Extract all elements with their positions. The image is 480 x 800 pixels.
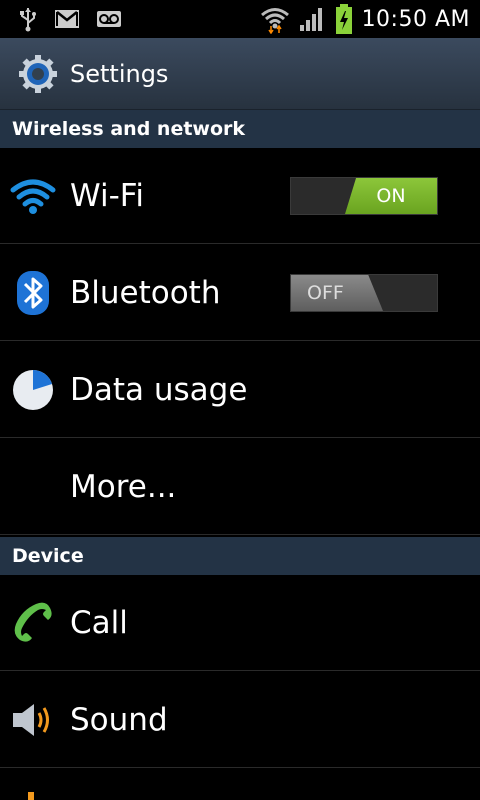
wifi-signal-icon [260, 4, 290, 34]
cell-signal-icon [298, 5, 326, 33]
usb-icon [18, 6, 38, 32]
bluetooth-icon [10, 270, 56, 316]
settings-item-bluetooth[interactable]: Bluetooth OFF [0, 245, 480, 341]
toggle-off-label: OFF [291, 275, 383, 311]
clock: 10:50 AM [361, 6, 470, 32]
settings-item-more[interactable]: More... [0, 439, 480, 535]
voicemail-icon [96, 9, 122, 29]
settings-item-label: Call [70, 604, 128, 641]
toggle-on-label: ON [345, 178, 437, 214]
bluetooth-toggle[interactable]: OFF [290, 274, 438, 312]
settings-item-label: Sound [70, 701, 168, 738]
page-title: Settings [70, 59, 169, 88]
phone-icon [10, 600, 56, 646]
wifi-icon [10, 173, 56, 219]
settings-item-label: Wi-Fi [70, 177, 144, 214]
settings-item-label: Data usage [70, 371, 248, 408]
settings-item-wifi[interactable]: Wi-Fi ON [0, 148, 480, 244]
status-bar: 10:50 AM [0, 0, 480, 38]
speaker-icon [10, 697, 56, 743]
gmail-icon [54, 9, 80, 29]
wifi-toggle[interactable]: ON [290, 177, 438, 215]
settings-gear-icon [16, 52, 60, 96]
data-usage-icon [10, 367, 56, 413]
settings-item-label: Bluetooth [70, 274, 221, 311]
settings-item-data-usage[interactable]: Data usage [0, 342, 480, 438]
settings-item-label: More... [70, 468, 177, 505]
battery-charging-icon [334, 3, 354, 35]
settings-item-call[interactable]: Call [0, 575, 480, 671]
action-bar: Settings [0, 38, 480, 110]
section-header-device: Device [0, 537, 480, 575]
settings-item-sound[interactable]: Sound [0, 672, 480, 768]
section-header-wireless: Wireless and network [0, 110, 480, 148]
next-item-icon-partial [28, 792, 34, 800]
